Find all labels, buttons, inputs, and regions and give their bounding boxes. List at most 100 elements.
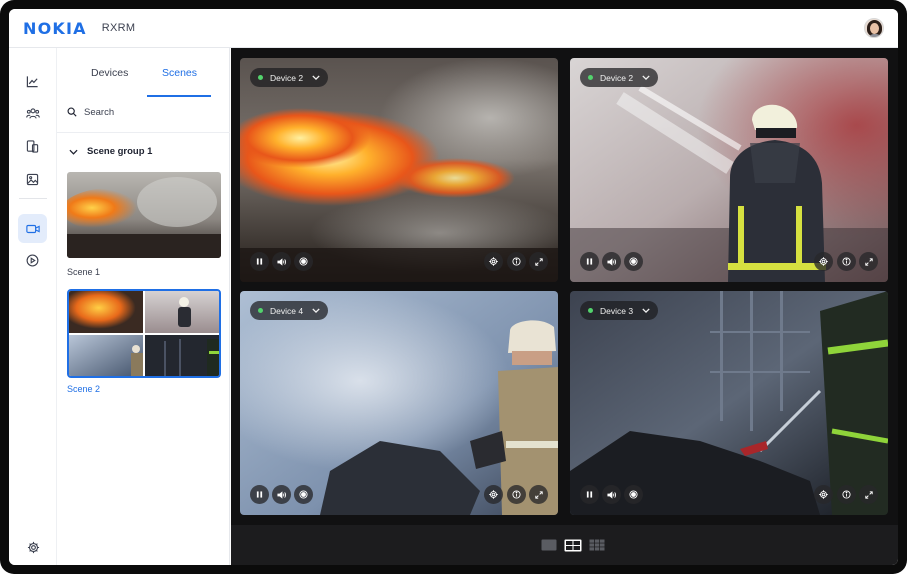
volume-button[interactable] <box>272 252 291 271</box>
record-icon <box>629 490 638 499</box>
video-feed-4 <box>570 291 888 515</box>
info-button[interactable] <box>837 252 856 271</box>
grid-2x2-layout-button[interactable] <box>564 538 582 552</box>
pause-button[interactable] <box>580 252 599 271</box>
expand-button[interactable] <box>529 485 548 504</box>
tab-devices[interactable]: Devices <box>91 67 128 79</box>
single-layout-button[interactable] <box>540 538 558 552</box>
info-icon <box>512 490 521 499</box>
active-tab-indicator <box>147 95 211 97</box>
info-button[interactable] <box>507 485 526 504</box>
scene-1-label[interactable]: Scene 1 <box>67 267 100 277</box>
video-tile-3[interactable]: Device 4 <box>240 291 558 515</box>
grid-3x3-layout-button[interactable] <box>588 538 606 552</box>
scene-group-label: Scene group 1 <box>87 146 153 157</box>
search-field[interactable]: Search <box>67 101 222 123</box>
app-window: NOKIA RXRM Devices Scenes Search Scene g… <box>9 9 898 565</box>
settings-button[interactable] <box>27 541 40 559</box>
chart-icon <box>26 76 38 88</box>
info-button[interactable] <box>507 252 526 271</box>
chevron-down-icon <box>69 149 78 155</box>
volume-button[interactable] <box>602 485 621 504</box>
volume-icon <box>277 257 286 266</box>
search-placeholder: Search <box>84 106 115 118</box>
expand-icon <box>864 490 873 499</box>
tab-scenes[interactable]: Scenes <box>162 67 197 79</box>
device-name: Device 4 <box>270 305 304 316</box>
nav-rail <box>9 48 57 565</box>
online-status-dot <box>258 308 263 313</box>
nokia-logo: NOKIA <box>23 18 87 38</box>
pause-button[interactable] <box>250 252 269 271</box>
expand-button[interactable] <box>859 252 878 271</box>
user-avatar[interactable] <box>864 18 884 38</box>
panel-tabs: Devices Scenes <box>57 48 230 97</box>
record-button[interactable] <box>294 252 313 271</box>
gear-icon <box>27 541 40 554</box>
scene-1-preview-image <box>67 172 221 258</box>
info-icon <box>512 257 521 266</box>
search-icon <box>67 107 77 117</box>
pause-icon <box>586 491 593 498</box>
scene-thumbnail-1[interactable] <box>67 172 221 258</box>
pause-button[interactable] <box>580 485 599 504</box>
camera-settings-button[interactable] <box>814 252 833 271</box>
record-button[interactable] <box>624 252 643 271</box>
people-icon <box>25 108 40 119</box>
record-button[interactable] <box>624 485 643 504</box>
top-header: NOKIA RXRM <box>9 9 898 48</box>
settings-icon <box>819 490 828 499</box>
video-feed-3 <box>240 291 558 515</box>
camera-settings-button[interactable] <box>814 485 833 504</box>
expand-button[interactable] <box>859 485 878 504</box>
expand-button[interactable] <box>529 252 548 271</box>
chevron-down-icon <box>642 308 650 313</box>
video-nav-button[interactable] <box>18 214 47 243</box>
device-name: Device 2 <box>270 72 304 83</box>
scene-group-header[interactable]: Scene group 1 <box>69 146 152 157</box>
panel-divider <box>57 132 230 133</box>
video-feed-1 <box>240 58 558 282</box>
device-name: Device 2 <box>600 72 634 83</box>
volume-button[interactable] <box>272 485 291 504</box>
record-icon <box>629 257 638 266</box>
video-tile-4[interactable]: Device 3 <box>570 291 888 515</box>
device-selector[interactable]: Device 4 <box>250 301 329 320</box>
device-frame: NOKIA RXRM Devices Scenes Search Scene g… <box>0 0 907 574</box>
device-selector[interactable]: Device 3 <box>580 301 659 320</box>
chevron-down-icon <box>312 75 320 80</box>
media-nav-button[interactable] <box>18 165 47 194</box>
record-icon <box>299 257 308 266</box>
scene-2-label[interactable]: Scene 2 <box>67 384 100 394</box>
video-tile-2[interactable]: Device 2 <box>570 58 888 282</box>
scene-thumbnail-2[interactable] <box>67 289 221 378</box>
volume-icon <box>607 257 616 266</box>
record-button[interactable] <box>294 485 313 504</box>
grid-3x3-layout-icon <box>589 539 605 551</box>
devices-icon <box>26 140 39 153</box>
expand-icon <box>864 257 873 266</box>
video-stage: Device 2 Device 2 Device 4 Device 3 <box>231 48 898 525</box>
camera-settings-button[interactable] <box>484 485 503 504</box>
layout-toolbar <box>231 525 898 565</box>
camera-settings-button[interactable] <box>484 252 503 271</box>
app-name: RXRM <box>101 22 136 34</box>
settings-icon <box>489 490 498 499</box>
expand-icon <box>534 490 543 499</box>
device-selector[interactable]: Device 2 <box>580 68 659 87</box>
info-button[interactable] <box>837 485 856 504</box>
video-camera-icon <box>25 224 40 233</box>
volume-button[interactable] <box>602 252 621 271</box>
settings-icon <box>819 257 828 266</box>
device-selector[interactable]: Device 2 <box>250 68 329 87</box>
analytics-nav-button[interactable] <box>18 67 47 96</box>
devices-nav-button[interactable] <box>18 132 47 161</box>
playback-nav-button[interactable] <box>18 246 47 275</box>
pause-button[interactable] <box>250 485 269 504</box>
users-nav-button[interactable] <box>18 99 47 128</box>
settings-icon <box>489 257 498 266</box>
image-icon <box>26 173 39 186</box>
video-tile-1[interactable]: Device 2 <box>240 58 558 282</box>
chevron-down-icon <box>642 75 650 80</box>
play-icon <box>26 254 39 267</box>
